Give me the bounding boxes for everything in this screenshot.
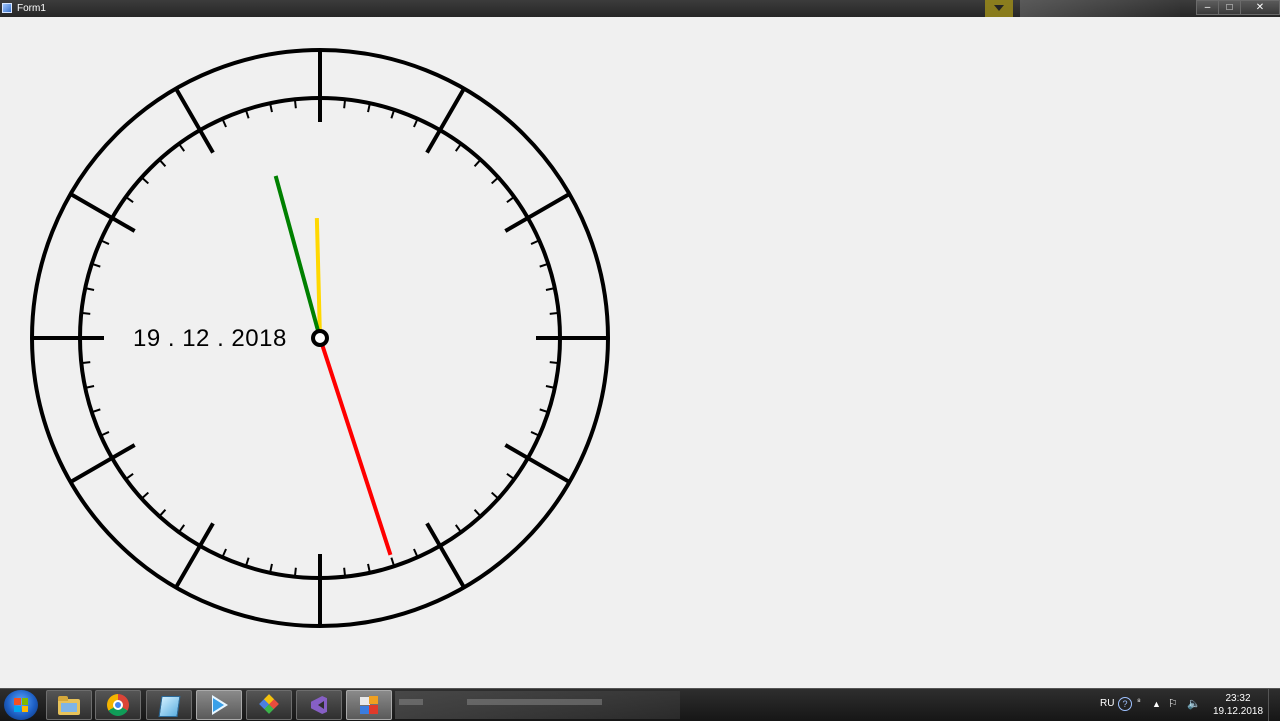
taskbar-app-chrome[interactable] (95, 690, 141, 720)
taskbar: RU ? ⁸ ▲ ⚐ 🔈 23:32 19.12.2018 (0, 688, 1280, 721)
minute-tick (140, 491, 150, 500)
chrome-icon (106, 694, 130, 716)
second-hand (320, 344, 393, 556)
show-desktop-button[interactable] (1268, 689, 1280, 721)
hour-hand (314, 217, 322, 331)
windows-logo-icon (14, 698, 28, 712)
minute-tick (490, 176, 500, 185)
visual-studio-icon (307, 694, 331, 716)
minute-tick (178, 524, 186, 533)
volume-icon[interactable]: 🔈 (1187, 697, 1201, 711)
start-button[interactable] (4, 690, 38, 720)
minute-tick (343, 567, 347, 577)
minute-tick (178, 143, 186, 152)
center-pivot (311, 329, 329, 347)
minute-tick (140, 176, 150, 185)
help-icon[interactable]: ? (1118, 697, 1132, 711)
taskbar-app-form1[interactable] (346, 690, 392, 720)
taskbar-blurred-area (395, 691, 680, 719)
minute-tick (81, 361, 91, 365)
minute-tick (473, 158, 482, 168)
minute-tick (293, 99, 297, 109)
folder-icon (57, 694, 81, 716)
play-icon (207, 694, 231, 716)
form-app-icon (357, 694, 381, 716)
minute-tick (454, 143, 462, 152)
date-label: 19 . 12 . 2018 (133, 325, 287, 352)
chevron-up-icon[interactable]: ▲ (1152, 697, 1161, 711)
diamond-icon (257, 694, 281, 716)
taskbar-app-notepad[interactable] (146, 690, 192, 720)
taskbar-app-explorer[interactable] (46, 690, 92, 720)
minute-tick (125, 196, 134, 204)
minute-tick (454, 524, 462, 533)
minute-tick (81, 311, 91, 315)
minute-tick (549, 311, 559, 315)
flag-notification-icon[interactable]: ⚐ (1168, 697, 1178, 711)
minute-tick (506, 196, 515, 204)
taskbar-app-media-player[interactable] (196, 690, 242, 720)
notepad-icon (157, 694, 181, 717)
minute-tick (490, 491, 500, 500)
minute-tick (549, 361, 559, 365)
taskbar-app-paint[interactable] (246, 690, 292, 720)
minute-tick (343, 99, 347, 109)
minute-tick (506, 472, 515, 480)
minute-tick (125, 472, 134, 480)
network-status-icon[interactable]: ⁸ (1137, 694, 1141, 708)
minute-tick (158, 508, 167, 518)
tray-clock-time[interactable]: 23:32 (1218, 693, 1258, 704)
taskbar-app-visual-studio[interactable] (296, 690, 342, 720)
minute-tick (293, 567, 297, 577)
minute-tick (473, 508, 482, 518)
minute-tick (158, 158, 167, 168)
tray-clock-date[interactable]: 19.12.2018 (1212, 706, 1264, 717)
language-indicator[interactable]: RU (1100, 698, 1114, 709)
minute-hand (273, 175, 320, 331)
